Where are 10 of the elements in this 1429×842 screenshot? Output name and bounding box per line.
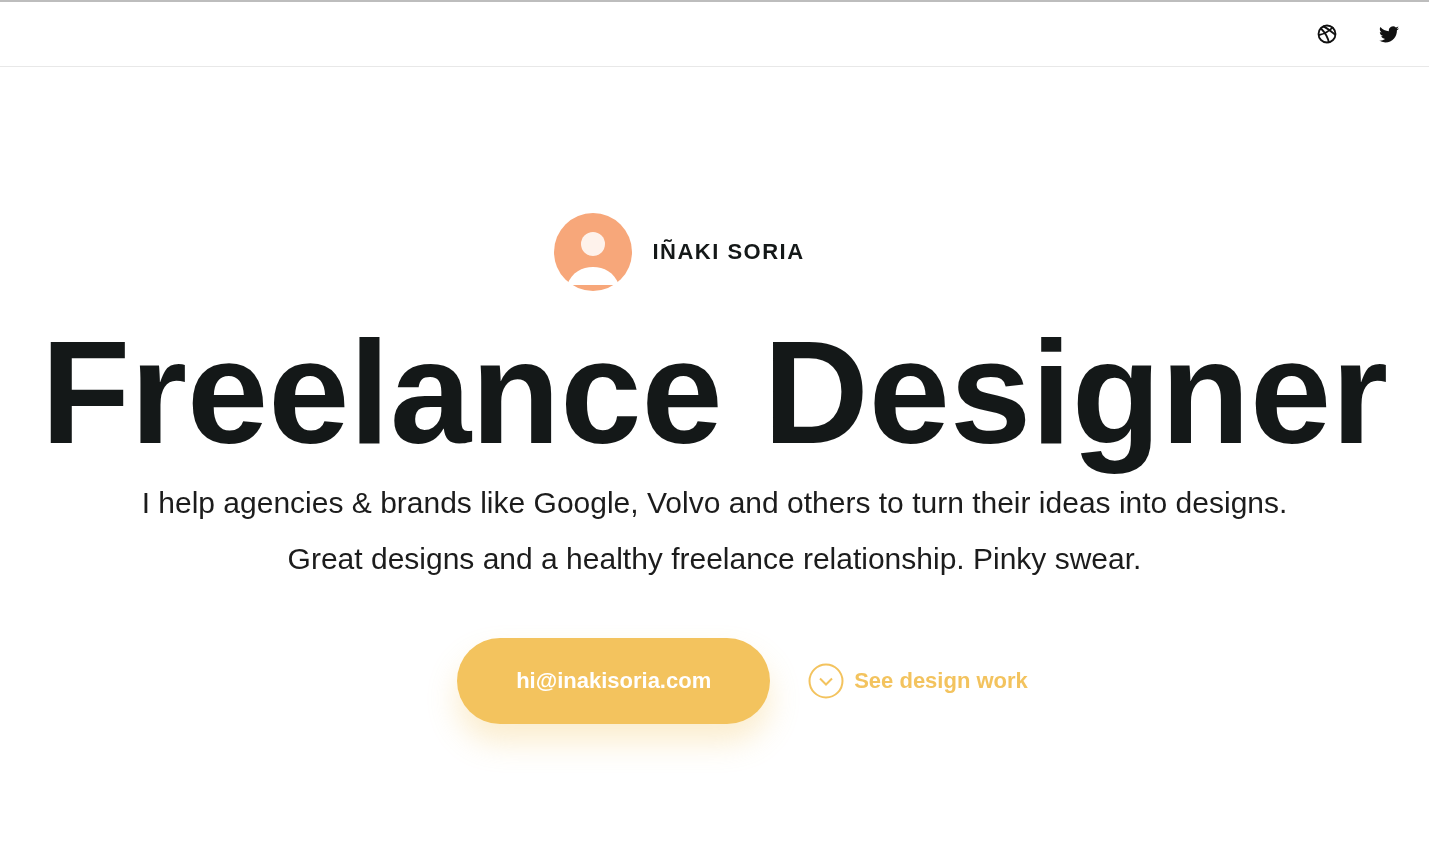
- designer-name: IÑAKI SORIA: [652, 239, 805, 265]
- twitter-bird-icon[interactable]: [1379, 25, 1399, 43]
- hero-subtitle: Great designs and a healthy freelance relationship. Pinky swear.: [287, 542, 1142, 577]
- hero-title: Freelance Designer: [40, 310, 1389, 476]
- avatar-silhouette-icon: [552, 213, 635, 291]
- dribbble-ball-icon[interactable]: [1317, 24, 1337, 44]
- see-work-link[interactable]: See design work: [808, 663, 1028, 700]
- chevron-down-circle-icon: [808, 663, 845, 700]
- email-button[interactable]: hi@inakisoria.com: [457, 638, 771, 725]
- hero-subtitle: I help agencies & brands like Google, Volvo and others to turn their ideas into designs.: [141, 486, 1288, 521]
